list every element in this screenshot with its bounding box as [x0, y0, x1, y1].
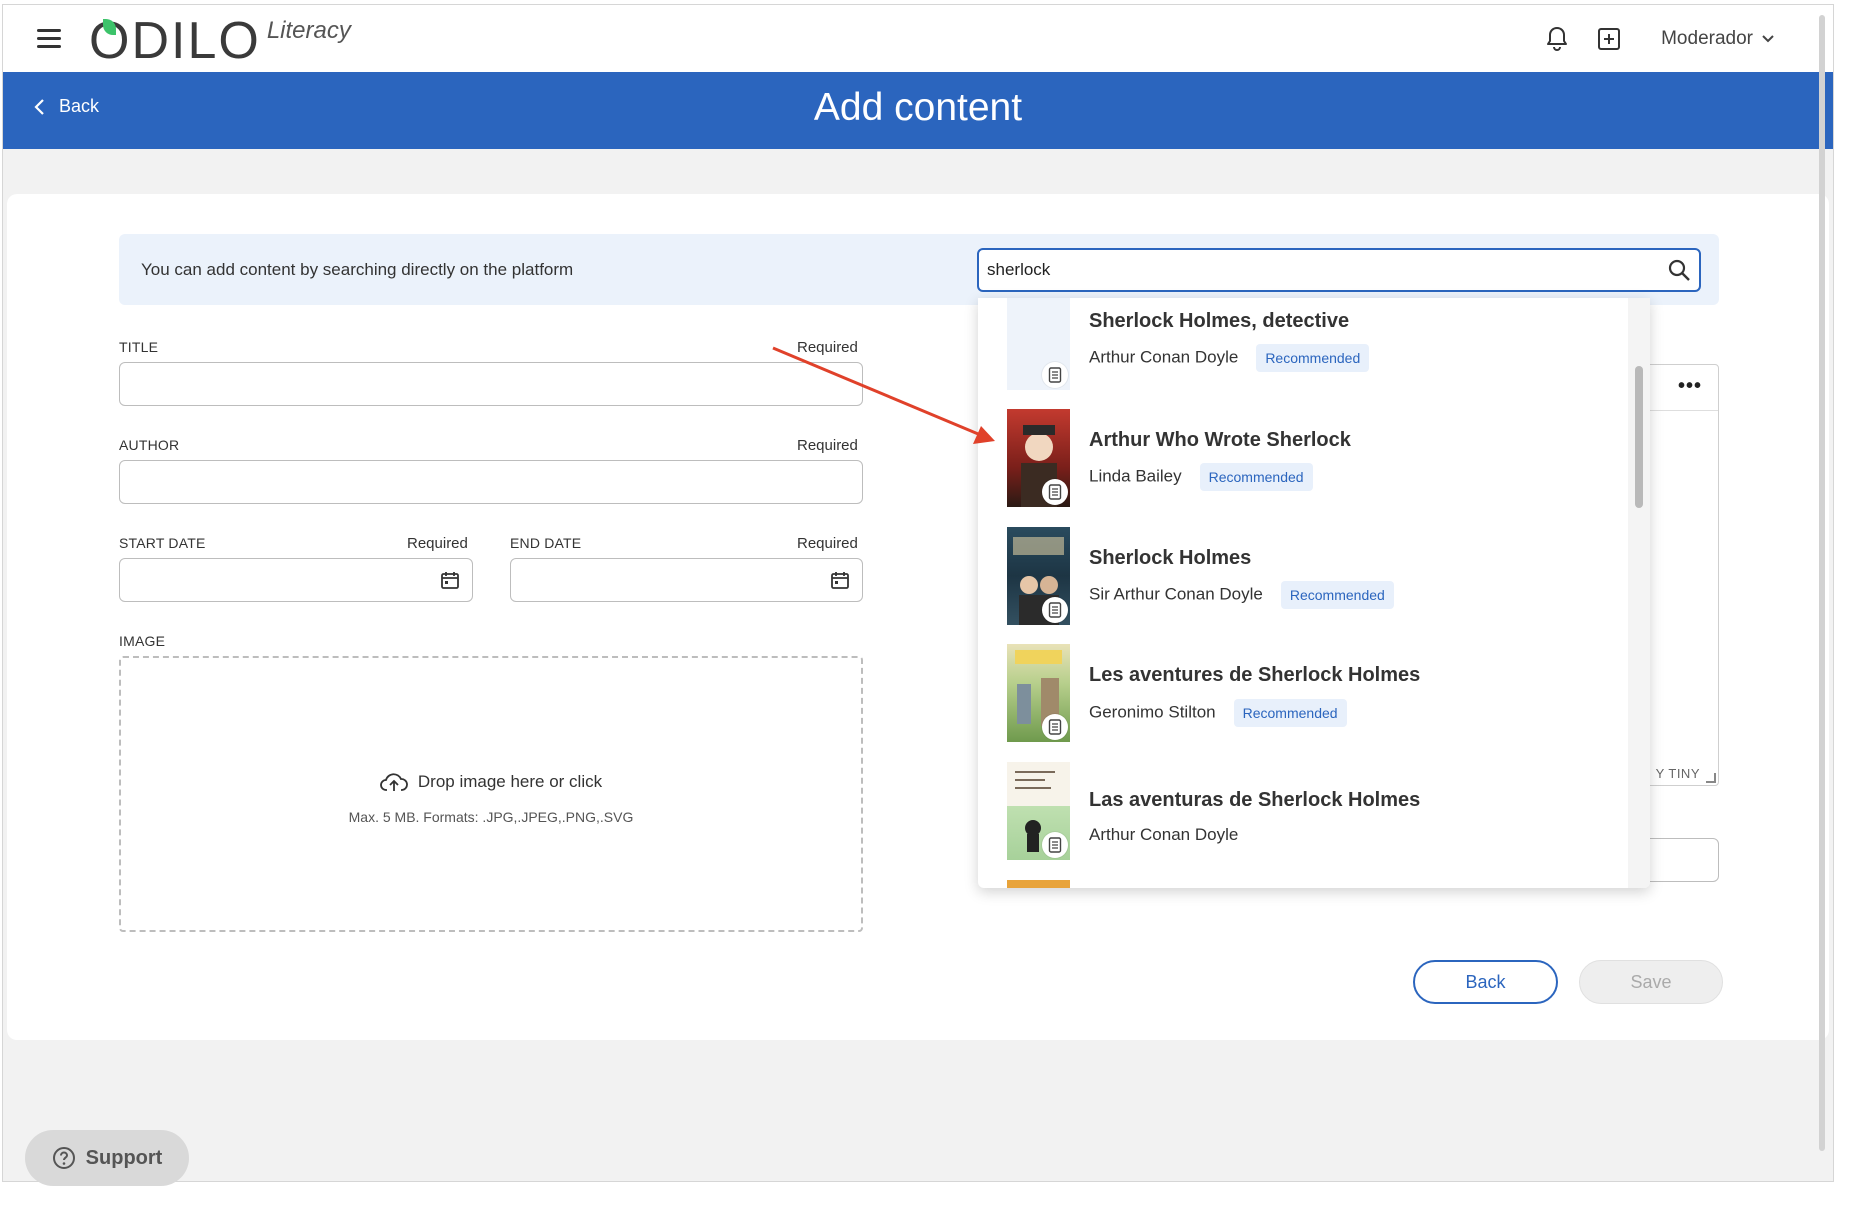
page-header: Back Add content: [3, 72, 1833, 149]
image-label: IMAGE: [119, 633, 166, 649]
logo-text: ODILO: [89, 12, 261, 70]
page-title: Add content: [813, 86, 1023, 129]
recommended-badge: Recommended: [1199, 463, 1313, 491]
editor-brand: Y TINY: [1655, 766, 1700, 781]
user-name: Moderador: [1661, 27, 1753, 49]
odilo-logo[interactable]: ODILO Literacy: [89, 15, 351, 67]
recommended-badge: Recommended: [1280, 581, 1394, 609]
result-author: Sir Arthur Conan Doyle Recommended: [1089, 581, 1394, 609]
end-date-label: END DATE: [510, 535, 582, 551]
add-square-icon[interactable]: [1595, 25, 1623, 53]
search-result-item[interactable]: Las aventuras de Sherlock Holmes Arthur …: [978, 762, 1628, 866]
chevron-down-icon: [1762, 34, 1774, 42]
result-title: Sherlock Holmes, detective: [1089, 310, 1350, 332]
result-author-name: Arthur Conan Doyle: [1089, 347, 1239, 367]
result-author: Geronimo Stilton Recommended: [1089, 699, 1347, 727]
help-circle-icon: [52, 1147, 75, 1169]
result-title: Sherlock Holmes: [1089, 547, 1252, 569]
content-search-box[interactable]: [977, 248, 1701, 292]
author-required: Required: [797, 437, 858, 454]
app-window: ODILO Literacy Moderador Back Add conten…: [2, 4, 1834, 1182]
recommended-badge: Recommended: [1233, 699, 1347, 727]
author-label: AUTHOR: [119, 437, 180, 453]
dropzone-hint: Max. 5 MB. Formats: .JPG,.JPEG,.PNG,.SVG: [348, 809, 634, 825]
calendar-icon[interactable]: [440, 570, 460, 590]
support-button[interactable]: Support: [25, 1130, 189, 1186]
book-cover: [1007, 644, 1070, 742]
resize-handle-icon[interactable]: [1706, 773, 1716, 783]
result-author: Arthur Conan Doyle Recommended: [1089, 344, 1370, 372]
book-cover: [1007, 527, 1070, 625]
menu-icon[interactable]: [37, 29, 61, 49]
title-label: TITLE: [119, 339, 159, 355]
author-input[interactable]: [119, 460, 863, 504]
book-cover-partial: [1007, 880, 1070, 888]
search-result-item[interactable]: Les aventures de Sherlock Holmes Geronim…: [978, 644, 1628, 748]
search-result-item[interactable]: Sherlock Holmes, detective Arthur Conan …: [978, 298, 1628, 396]
end-date-required: Required: [797, 535, 858, 552]
dropzone-text: Drop image here or click: [417, 772, 603, 791]
document-icon: [1042, 479, 1068, 505]
results-scrollbar[interactable]: [1628, 298, 1650, 888]
start-date-label: START DATE: [119, 535, 206, 551]
start-date-required: Required: [407, 535, 468, 552]
result-title: Les aventures de Sherlock Holmes: [1089, 664, 1421, 686]
dropzone-prompt: Drop image here or click: [121, 772, 861, 792]
calendar-icon[interactable]: [830, 570, 850, 590]
book-cover: [1007, 762, 1070, 860]
result-title: Las aventuras de Sherlock Holmes: [1089, 789, 1421, 811]
result-title: Arthur Who Wrote Sherlock: [1089, 429, 1351, 451]
document-icon: [1042, 714, 1068, 740]
support-label: Support: [85, 1146, 163, 1169]
document-icon: [1042, 597, 1068, 623]
search-banner-text: You can add content by searching directl…: [141, 260, 574, 279]
search-icon[interactable]: [1667, 258, 1691, 282]
start-date-input[interactable]: [119, 558, 473, 602]
result-author: Arthur Conan Doyle: [1089, 825, 1238, 845]
page-scrollbar[interactable]: [1819, 15, 1825, 1151]
document-icon: [1042, 362, 1068, 388]
image-dropzone[interactable]: Drop image here or click Max. 5 MB. Form…: [119, 656, 863, 932]
top-actions: Moderador: [1543, 5, 1775, 72]
end-date-input[interactable]: [510, 558, 863, 602]
book-cover: [1007, 409, 1070, 507]
more-options-icon[interactable]: •••: [1678, 375, 1702, 398]
title-input[interactable]: [119, 362, 863, 406]
search-banner: You can add content by searching directl…: [119, 234, 1719, 305]
document-icon: [1042, 832, 1068, 858]
content-search-input[interactable]: [987, 260, 1667, 280]
save-button[interactable]: Save: [1579, 960, 1723, 1004]
result-author-name: Linda Bailey: [1089, 466, 1182, 486]
book-cover: [1007, 298, 1070, 390]
results-scroll-thumb[interactable]: [1635, 366, 1643, 508]
back-button[interactable]: Back: [1413, 960, 1558, 1004]
bell-icon[interactable]: [1543, 25, 1571, 53]
result-author-name: Geronimo Stilton: [1089, 702, 1216, 722]
title-required: Required: [797, 339, 858, 356]
cloud-upload-icon: [380, 773, 408, 791]
search-result-item[interactable]: Arthur Who Wrote Sherlock Linda Bailey Re…: [978, 409, 1628, 513]
result-author-name: Arthur Conan Doyle: [1089, 825, 1239, 844]
result-author: Linda Bailey Recommended: [1089, 463, 1313, 491]
recommended-badge: Recommended: [1256, 344, 1370, 372]
search-results-dropdown: Sherlock Holmes, detective Arthur Conan …: [978, 298, 1650, 888]
result-author-name: Sir Arthur Conan Doyle: [1089, 584, 1263, 604]
user-menu[interactable]: Moderador: [1661, 28, 1775, 50]
search-result-item[interactable]: Sherlock Holmes Sir Arthur Conan Doyle Re…: [978, 527, 1628, 631]
logo-subtitle: Literacy: [266, 17, 351, 44]
top-bar: ODILO Literacy Moderador: [3, 5, 1833, 72]
